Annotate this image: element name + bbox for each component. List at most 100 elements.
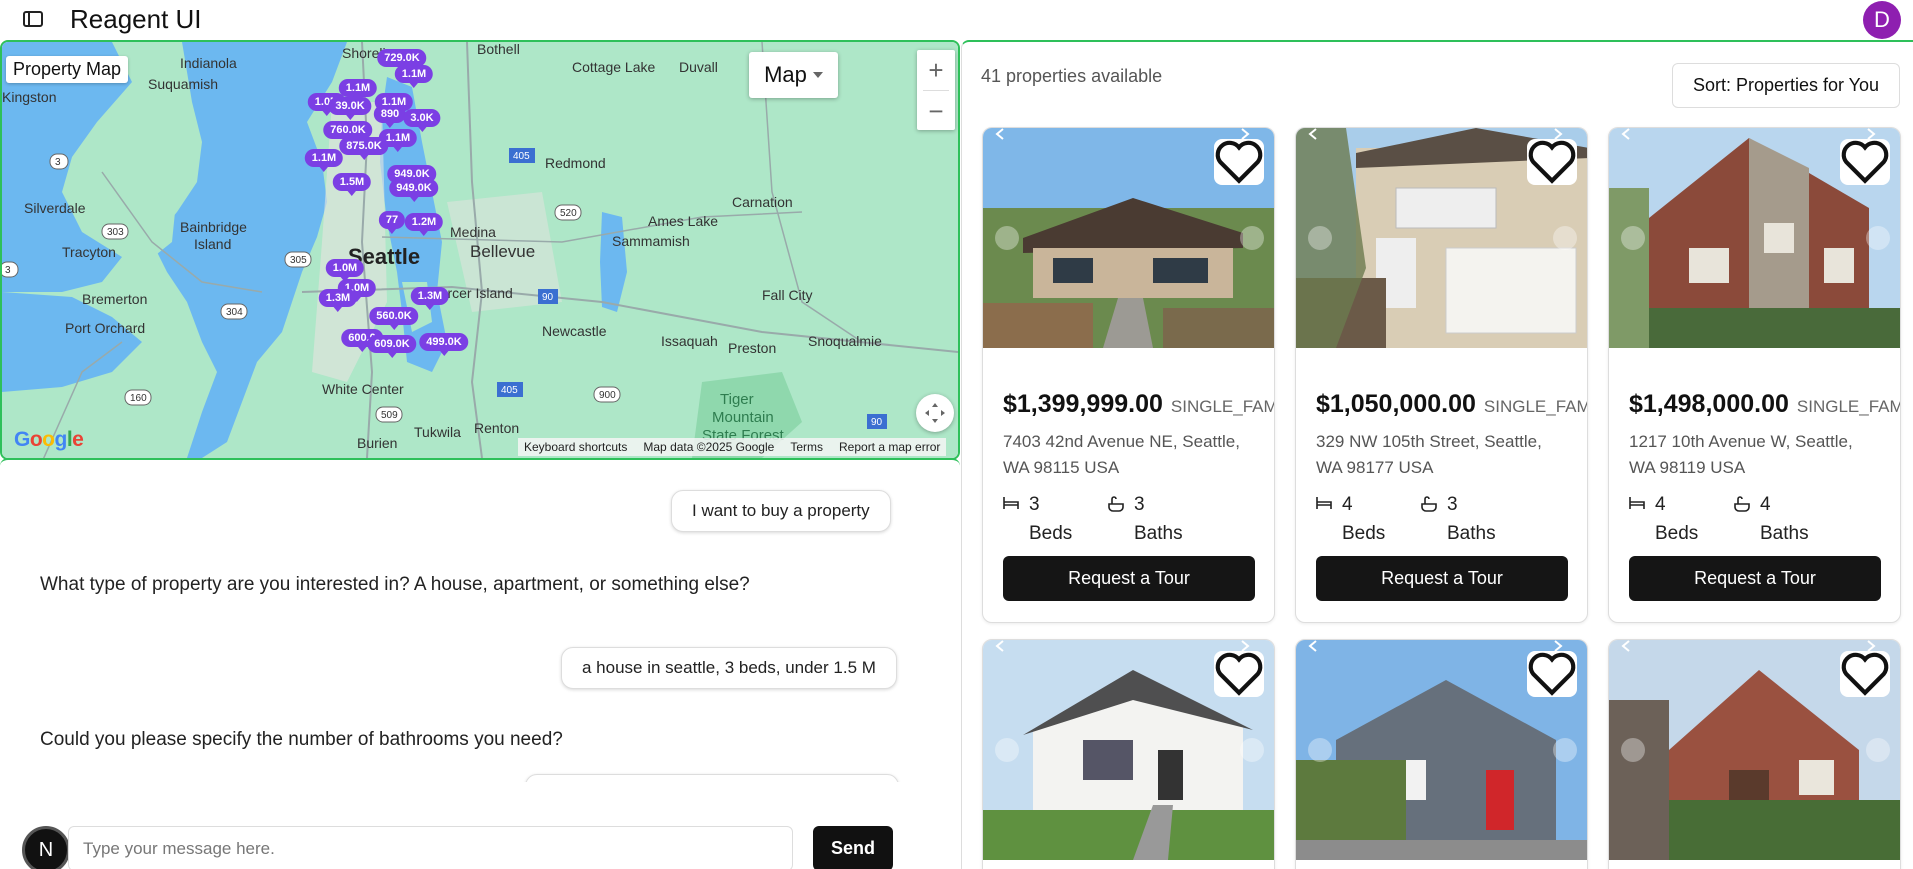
map-place-bellevue: Bellevue [470, 242, 535, 261]
route-shield-3a: 3 [49, 153, 69, 170]
map-canvas[interactable]: Shoreline Bothell Cottage Lake Duvall In… [2, 42, 958, 458]
property-photo[interactable] [1296, 640, 1587, 860]
assistant-avatar-button[interactable]: N [22, 826, 70, 869]
map-price-marker[interactable]: 499.0K [419, 333, 469, 356]
property-type: SINGLE_FAMILY [1483, 397, 1587, 416]
previous-photo-button[interactable] [1621, 640, 1645, 762]
map-type-dropdown[interactable]: Map [749, 52, 838, 98]
chat-messages[interactable]: I want to buy a property What type of pr… [0, 460, 960, 782]
fullscreen-icon [925, 403, 945, 423]
previous-photo-button[interactable] [1308, 128, 1332, 250]
map-price-marker[interactable]: 1.3M [318, 289, 358, 312]
bed-icon [1316, 497, 1332, 509]
previous-photo-button[interactable] [1308, 640, 1332, 762]
map-place-snoqualmie: Snoqualmie [808, 333, 882, 349]
map-place-bothell: Bothell [477, 42, 520, 57]
map-place-burien: Burien [357, 435, 397, 451]
user-message: a house in seattle, 3 beds, under 1.5 M [561, 647, 897, 689]
zoom-in-button[interactable]: + [917, 50, 955, 90]
map-price-marker[interactable]: 890 [373, 105, 407, 128]
results-count: 41 properties available [981, 66, 1163, 86]
property-card[interactable]: $1,498,000.00SINGLE_FAMILY 1217 10th Ave… [1608, 127, 1901, 623]
property-photo[interactable] [1609, 128, 1900, 348]
next-photo-button[interactable] [1240, 128, 1264, 250]
route-shield-509: 509 [375, 406, 403, 423]
property-card[interactable] [1295, 639, 1588, 869]
property-map[interactable]: Shoreline Bothell Cottage Lake Duvall In… [0, 40, 960, 460]
next-photo-button[interactable] [1866, 640, 1890, 762]
send-button[interactable]: Send [813, 826, 893, 869]
route-shield-305: 305 [284, 251, 312, 268]
map-place-preston: Preston [728, 340, 776, 356]
property-features: 4 Beds 4 Baths [1629, 490, 1889, 550]
map-price-marker[interactable]: 560.0K [369, 307, 419, 330]
map-price-marker[interactable]: 1.1M [338, 79, 378, 102]
map-price-marker[interactable]: 1.5M [332, 173, 372, 196]
chevron-left-icon [1308, 640, 1317, 652]
fullscreen-button[interactable] [916, 394, 954, 432]
map-place-redmond: Redmond [545, 155, 606, 171]
user-avatar[interactable]: D [1863, 1, 1901, 39]
sidebar-toggle-icon[interactable] [20, 7, 46, 29]
property-card[interactable]: $1,399,999.00SINGLE_FAMILY 7403 42nd Ave… [982, 127, 1275, 623]
map-price-marker[interactable]: 1.1M [394, 65, 434, 88]
previous-photo-button[interactable] [1621, 128, 1645, 250]
beds-feature: 3 Beds [1003, 490, 1072, 548]
zoom-out-button[interactable]: − [917, 91, 955, 131]
keyboard-shortcuts-link[interactable]: Keyboard shortcuts [524, 440, 627, 454]
map-price-marker[interactable]: 949.0K [389, 179, 439, 202]
next-photo-button[interactable] [1240, 640, 1264, 762]
map-price-marker[interactable]: 1.2M [404, 213, 444, 236]
svg-text:509: 509 [381, 410, 398, 421]
map-price-marker[interactable]: 39.0K [328, 97, 372, 120]
map-price-marker[interactable]: 1.1M [304, 149, 344, 172]
map-price-marker[interactable]: 77 [378, 211, 406, 234]
map-place-tracyton: Tracyton [62, 244, 116, 260]
map-price-marker[interactable]: 875.0K [339, 137, 389, 160]
map-place-suquamish: Suquamish [148, 76, 218, 92]
map-place-tiger-1: Tiger [720, 391, 754, 408]
map-price-marker[interactable]: 609.0K [367, 335, 417, 358]
property-price: $1,498,000.00SINGLE_FAMILY [1629, 390, 1900, 419]
property-photo[interactable] [983, 640, 1274, 860]
map-place-carnation: Carnation [732, 194, 793, 210]
map-price-marker[interactable]: 3.0K [403, 109, 441, 132]
request-tour-button[interactable]: Request a Tour [1316, 556, 1568, 601]
svg-text:305: 305 [290, 255, 307, 266]
sort-dropdown-button[interactable]: Sort: Properties for You [1672, 63, 1900, 108]
map-price-marker[interactable]: 1.0M [325, 259, 365, 282]
map-place-ames-lake: Ames Lake [648, 213, 718, 229]
chevron-left-icon [995, 640, 1004, 652]
message-input[interactable] [68, 826, 793, 869]
map-place-issaquah: Issaquah [661, 333, 718, 349]
map-place-port-orchard: Port Orchard [65, 320, 145, 336]
previous-photo-button[interactable] [995, 128, 1019, 250]
chevron-left-icon [1621, 128, 1630, 140]
property-card[interactable]: $1,050,000.00SINGLE_FAMILY 329 NW 105th … [1295, 127, 1588, 623]
property-info: $1,399,999.00SINGLE_FAMILY 7403 42nd Ave… [1003, 390, 1274, 481]
next-photo-button[interactable] [1553, 128, 1577, 250]
property-photo[interactable] [1609, 640, 1900, 860]
request-tour-button[interactable]: Request a Tour [1003, 556, 1255, 601]
report-map-error-link[interactable]: Report a map error [839, 440, 940, 454]
terms-link[interactable]: Terms [790, 440, 823, 454]
map-place-cottage-lake: Cottage Lake [572, 59, 655, 75]
property-card[interactable] [1608, 639, 1901, 869]
property-type: SINGLE_FAMILY [1796, 397, 1900, 416]
next-photo-button[interactable] [1866, 128, 1890, 250]
property-address: 1217 10th Avenue W, Seattle, WA 98119 USA [1629, 432, 1853, 477]
map-place-bainbridge: Bainbridge [180, 219, 247, 235]
top-bar: Reagent UI D [0, 0, 1913, 40]
property-photo[interactable] [1296, 128, 1587, 348]
next-photo-button[interactable] [1553, 640, 1577, 762]
map-price-marker[interactable]: 1.3M [410, 287, 450, 310]
map-place-duvall: Duvall [679, 59, 718, 75]
previous-photo-button[interactable] [995, 640, 1019, 762]
user-message-partial [525, 774, 899, 782]
svg-text:3: 3 [5, 265, 11, 276]
property-photo[interactable] [983, 128, 1274, 348]
request-tour-button[interactable]: Request a Tour [1629, 556, 1881, 601]
property-features: 3 Beds 3 Baths [1003, 490, 1263, 550]
map-place-tukwila: Tukwila [414, 424, 461, 440]
property-card[interactable] [982, 639, 1275, 869]
